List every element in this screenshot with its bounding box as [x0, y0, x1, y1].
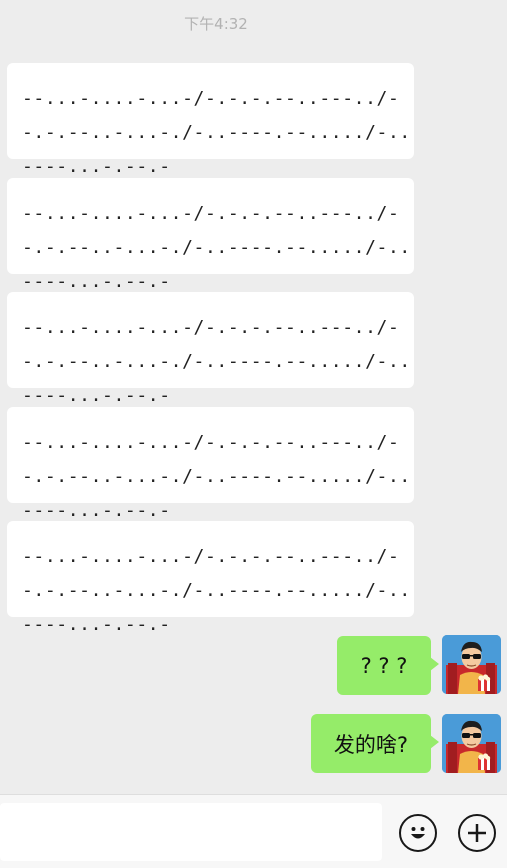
- message-text: --...-....-...-/-.-.-.--..---../--.-.--.…: [22, 317, 411, 406]
- message-text: --...-....-...-/-.-.-.--..---../--.-.--.…: [22, 432, 411, 521]
- message-input[interactable]: [0, 803, 382, 861]
- avatar-illustration-icon: [442, 714, 501, 773]
- plus-icon: [468, 824, 486, 842]
- input-bar: [0, 794, 507, 868]
- incoming-message[interactable]: --...-....-...-/-.-.-.--..---../--.-.--.…: [7, 63, 414, 177]
- incoming-message[interactable]: --...-....-...-/-.-.-.--..---../--.-.--.…: [7, 407, 414, 521]
- incoming-message[interactable]: --...-....-...-/-.-.-.--..---../--.-.--.…: [7, 292, 414, 406]
- chat-timestamp: 下午4:32: [184, 15, 248, 33]
- incoming-message[interactable]: --...-....-...-/-.-.-.--..---../--.-.--.…: [7, 178, 414, 292]
- message-text: ? ? ?: [360, 653, 408, 678]
- outgoing-message[interactable]: 发的啥?: [311, 714, 439, 773]
- emoji-button[interactable]: [399, 814, 437, 852]
- message-text: --...-....-...-/-.-.-.--..---../--.-.--.…: [22, 203, 411, 292]
- avatar-illustration-icon: [442, 635, 501, 694]
- message-text: --...-....-...-/-.-.-.--..---../--.-.--.…: [22, 546, 411, 635]
- outgoing-message[interactable]: ? ? ?: [337, 636, 439, 695]
- avatar[interactable]: [442, 714, 501, 773]
- emoji-icon: [411, 827, 425, 839]
- add-more-button[interactable]: [458, 814, 496, 852]
- avatar[interactable]: [442, 635, 501, 694]
- message-text: --...-....-...-/-.-.-.--..---../--.-.--.…: [22, 88, 411, 177]
- incoming-message[interactable]: --...-....-...-/-.-.-.--..---../--.-.--.…: [7, 521, 414, 635]
- message-text: 发的啥?: [333, 732, 409, 757]
